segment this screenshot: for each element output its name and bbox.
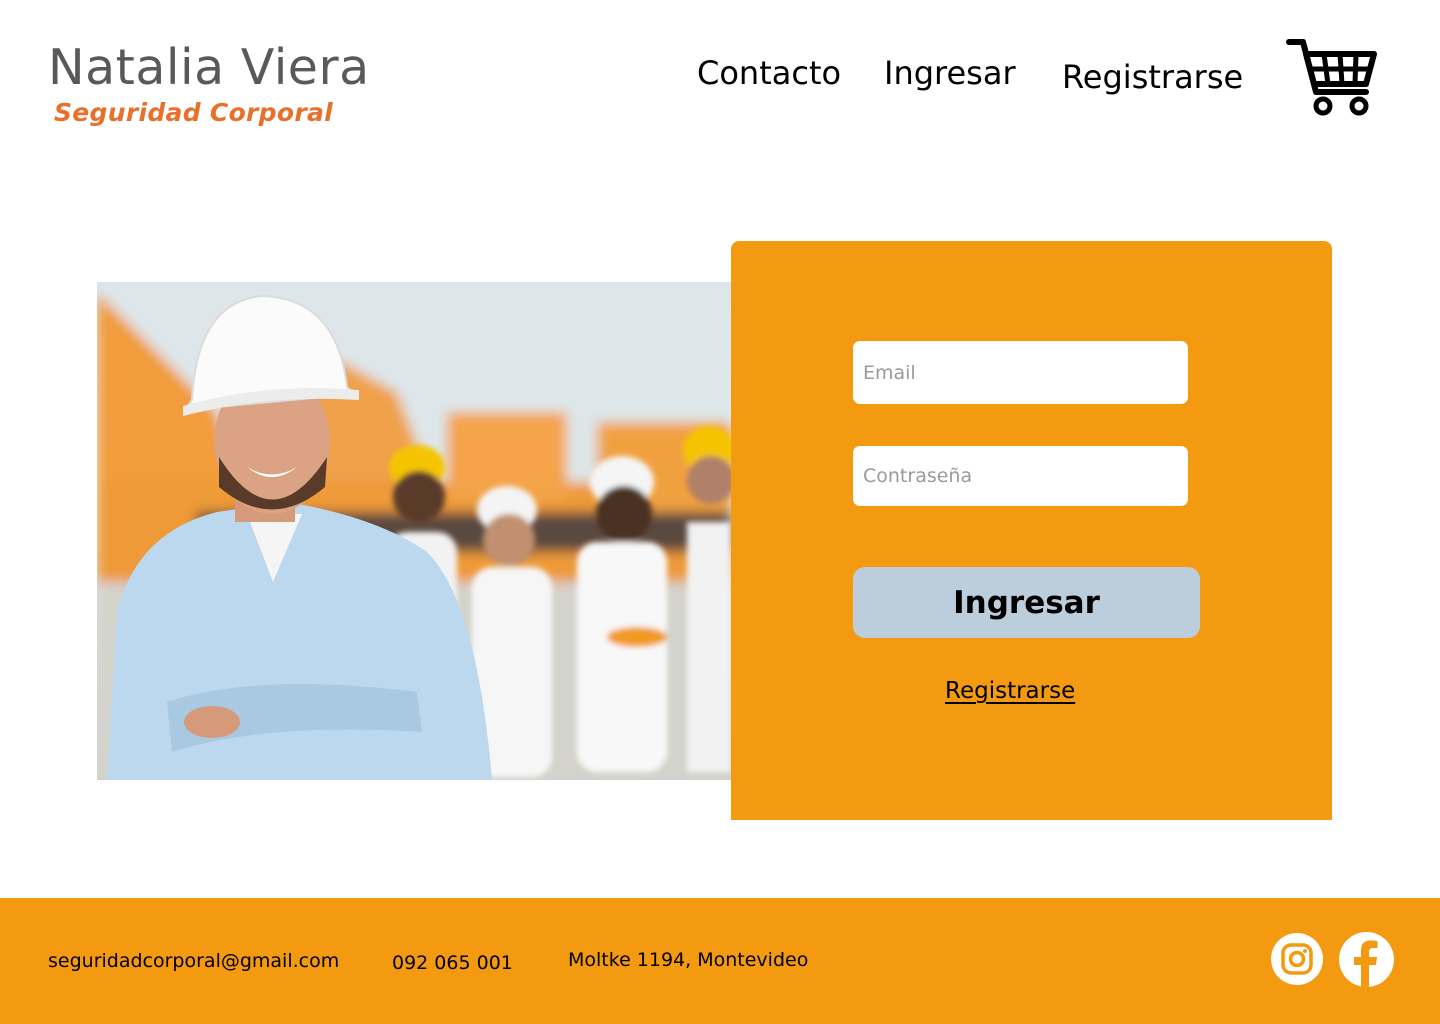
- password-input[interactable]: [853, 446, 1188, 506]
- nav-registrarse-link[interactable]: Registrarse: [1062, 58, 1243, 96]
- footer-phone: 092 065 001: [392, 952, 513, 974]
- email-input[interactable]: [853, 341, 1188, 404]
- brand-name: Natalia Viera: [48, 39, 370, 96]
- footer-email[interactable]: seguridadcorporal@gmail.com: [48, 950, 339, 972]
- nav-contacto-link[interactable]: Contacto: [697, 54, 841, 92]
- brand-tagline: Seguridad Corporal: [54, 98, 334, 127]
- brand-logo[interactable]: Natalia Viera Seguridad Corporal: [48, 38, 370, 128]
- nav-ingresar-link[interactable]: Ingresar: [884, 54, 1016, 92]
- login-button[interactable]: Ingresar: [853, 567, 1200, 638]
- register-link[interactable]: Registrarse: [945, 678, 1075, 704]
- hero-photo: [97, 282, 731, 780]
- shopping-cart-icon[interactable]: [1286, 38, 1378, 118]
- facebook-icon[interactable]: [1339, 932, 1394, 987]
- login-panel: Ingresar Registrarse: [731, 241, 1332, 820]
- footer: seguridadcorporal@gmail.com 092 065 001 …: [0, 898, 1440, 1024]
- footer-address: Moltke 1194, Montevideo: [568, 949, 809, 971]
- instagram-icon[interactable]: [1271, 933, 1323, 985]
